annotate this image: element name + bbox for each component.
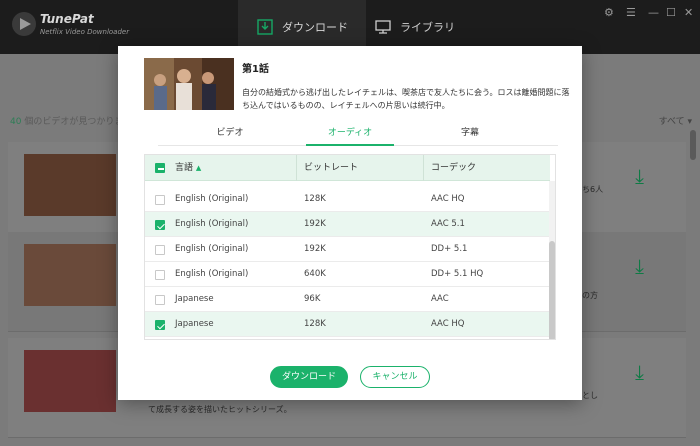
menu-icon[interactable]: ☰: [626, 6, 636, 19]
cell-codec: AAC: [431, 294, 449, 304]
download-options-dialog: 第1話 自分の結婚式から逃げ出したレイチェルは、喫茶店で友人たちに会う。ロスは離…: [118, 46, 582, 400]
episode-thumbnail: [144, 58, 234, 110]
video-desc-fragment: とし: [582, 391, 598, 400]
row-checkbox[interactable]: [155, 270, 165, 280]
sort-asc-icon: ▲: [195, 164, 202, 172]
video-desc-fragment: の方: [582, 291, 598, 300]
download-icon[interactable]: ⤓: [635, 164, 644, 188]
video-desc-fragment: て成長する姿を描いたヒットシリーズ。: [148, 405, 292, 414]
cell-language: English (Original): [175, 244, 249, 254]
media-type-tabs: ビデオ オーディオ 字幕: [158, 124, 558, 146]
cell-bitrate: 128K: [304, 319, 326, 329]
table-row[interactable]: English (Original) 128K AAC HQ: [145, 187, 550, 212]
cell-language: Japanese: [175, 294, 214, 304]
cancel-button[interactable]: キャンセル: [360, 366, 430, 388]
cell-codec: AAC 5.1: [431, 219, 465, 229]
download-icon[interactable]: ⤓: [635, 360, 644, 384]
select-all-checkbox[interactable]: [155, 163, 165, 173]
cell-bitrate: 192K: [304, 219, 326, 229]
table-row[interactable]: English (Original) 640K DD+ 5.1 HQ: [145, 262, 550, 287]
audio-track-table: 言語 ▲ ビットレート コーデック English (Original) 128K…: [144, 154, 556, 340]
video-thumbnail: [24, 350, 116, 412]
minimize-icon[interactable]: —: [648, 6, 659, 19]
cell-bitrate: 96K: [304, 294, 321, 304]
header-bitrate[interactable]: ビットレート: [304, 155, 358, 181]
cell-codec: AAC HQ: [431, 194, 465, 204]
cell-bitrate: 128K: [304, 194, 326, 204]
cell-codec: AAC HQ: [431, 319, 465, 329]
video-thumbnail: [24, 244, 116, 306]
column-divider: [296, 155, 297, 181]
app-brand-subtitle: Netflix Video Downloader: [40, 28, 130, 36]
cell-codec: DD+ 5.1 HQ: [431, 269, 484, 279]
table-scrollbar-thumb[interactable]: [549, 241, 555, 339]
sort-dropdown[interactable]: すべて ▾: [659, 114, 692, 127]
maximize-icon[interactable]: ☐: [666, 6, 676, 19]
table-header: 言語 ▲ ビットレート コーデック: [145, 155, 550, 181]
table-row[interactable]: English (Original) 192K DD+ 5.1: [145, 237, 550, 262]
found-count: 40: [10, 117, 22, 127]
row-checkbox[interactable]: [155, 220, 165, 230]
download-button[interactable]: ダウンロード: [270, 366, 348, 388]
tab-audio[interactable]: オーディオ: [306, 124, 394, 146]
row-checkbox[interactable]: [155, 245, 165, 255]
tunepat-logo-icon: [12, 12, 36, 36]
column-divider: [423, 155, 424, 181]
table-row[interactable]: Japanese 128K AAC HQ: [145, 312, 550, 337]
found-label: 個のビデオが見つかりま: [24, 117, 124, 127]
video-thumbnail: [24, 154, 116, 216]
found-count-text: 40 個のビデオが見つかりま: [10, 114, 123, 127]
row-checkbox[interactable]: [155, 320, 165, 330]
episode-title: 第1話: [242, 64, 269, 75]
row-checkbox[interactable]: [155, 295, 165, 305]
tab-subtitle[interactable]: 字幕: [426, 124, 514, 146]
cell-language: English (Original): [175, 269, 249, 279]
cell-language: Japanese: [175, 319, 214, 329]
header-language[interactable]: 言語 ▲: [175, 155, 201, 181]
table-row[interactable]: Japanese 96K AAC: [145, 287, 550, 312]
cell-language: English (Original): [175, 219, 249, 229]
cell-codec: DD+ 5.1: [431, 244, 468, 254]
header-language-label: 言語: [175, 163, 194, 173]
video-desc-fragment: ち6人: [582, 185, 604, 194]
row-checkbox[interactable]: [155, 195, 165, 205]
header-codec[interactable]: コーデック: [431, 155, 476, 181]
gear-icon[interactable]: ⚙: [604, 6, 614, 19]
cell-bitrate: 640K: [304, 269, 326, 279]
tab-video[interactable]: ビデオ: [186, 124, 274, 146]
download-icon[interactable]: ⤓: [635, 254, 644, 278]
tab-download-label: ダウンロード: [282, 21, 348, 34]
table-row[interactable]: English (Original) 192K AAC 5.1: [145, 212, 550, 237]
download-tray-icon: [257, 19, 273, 35]
monitor-icon: [375, 20, 391, 34]
tab-library-label: ライブラリ: [400, 21, 455, 34]
episode-description: 自分の結婚式から逃げ出したレイチェルは、喫茶店で友人たちに会う。ロスは離婚問題に…: [242, 88, 570, 110]
close-icon[interactable]: ✕: [684, 6, 693, 19]
cell-bitrate: 192K: [304, 244, 326, 254]
app-brand: TunePat: [40, 12, 94, 26]
table-scrollbar-track[interactable]: [549, 181, 555, 339]
cell-language: English (Original): [175, 194, 249, 204]
main-scrollbar[interactable]: [690, 130, 696, 160]
